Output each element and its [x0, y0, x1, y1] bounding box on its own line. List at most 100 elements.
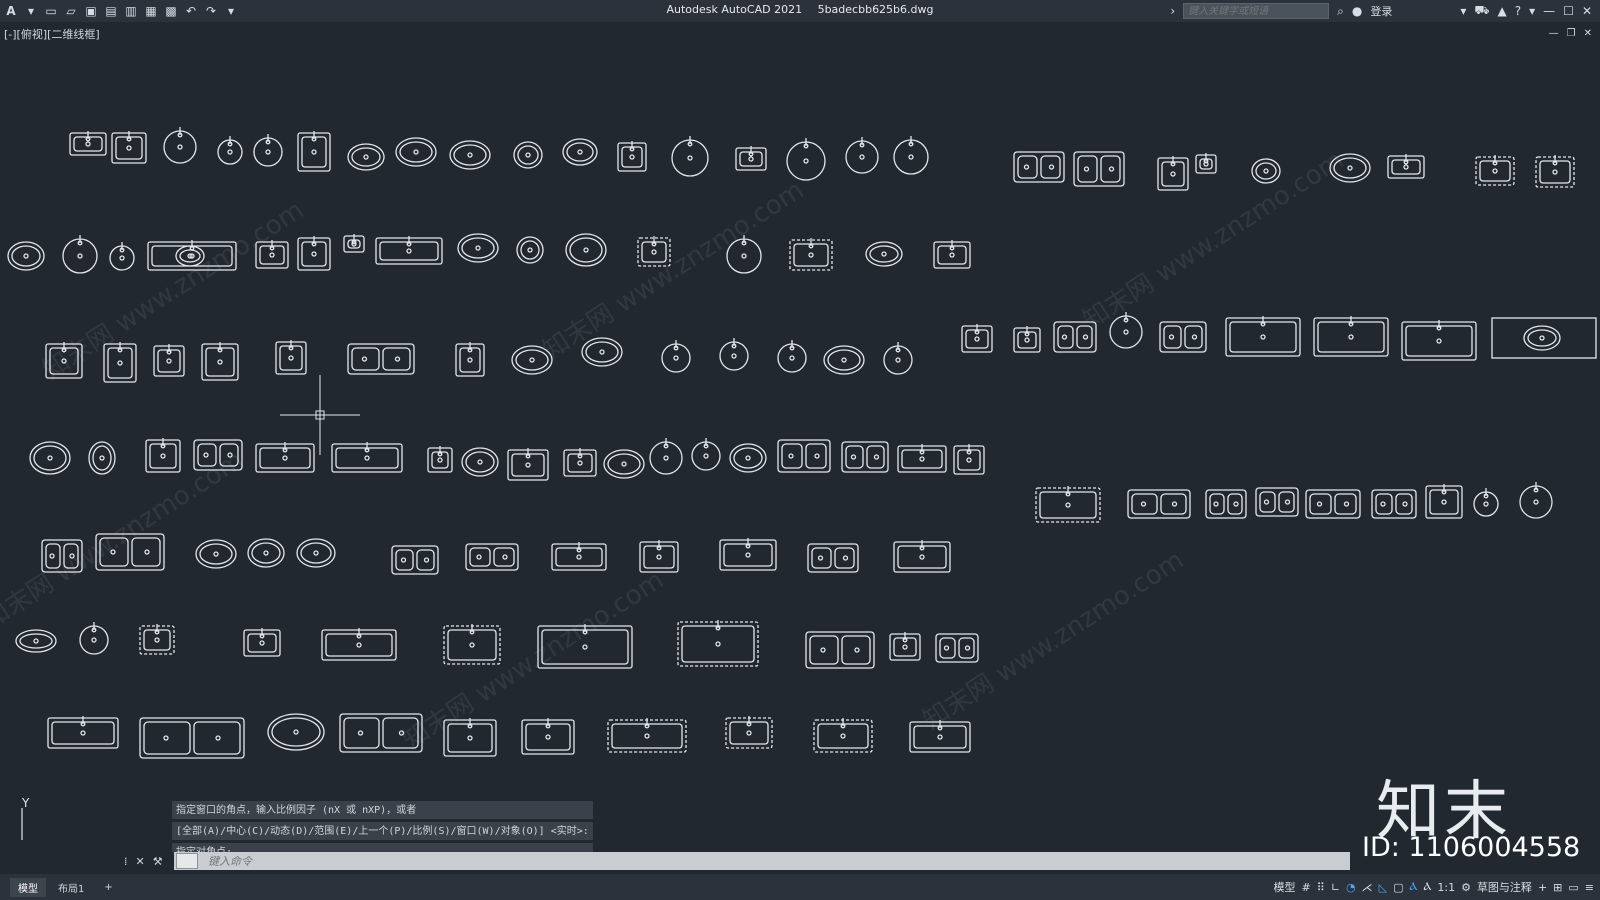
oval-sink-basin	[11, 245, 41, 267]
drain-mark	[398, 730, 405, 736]
grid-icon[interactable]: #	[1302, 881, 1311, 894]
drain-mark	[467, 735, 473, 741]
drain-mark	[154, 637, 160, 643]
drain-mark	[1233, 501, 1239, 507]
open-folder-icon[interactable]: ▱	[64, 4, 78, 18]
autocad-logo-icon[interactable]: A	[4, 4, 18, 18]
double-sink-basin	[1077, 155, 1098, 183]
drain-mark	[817, 555, 824, 561]
snap-icon[interactable]: ⠿	[1317, 881, 1325, 894]
double-sink-basin	[395, 549, 414, 571]
tab-model[interactable]: 模型	[10, 877, 46, 897]
vp-close-icon[interactable]: ✕	[1584, 28, 1592, 39]
menu-caret-icon[interactable]: ▾	[24, 4, 38, 18]
add-layout-button[interactable]: +	[96, 880, 120, 895]
help-icon[interactable]: ?	[1515, 4, 1521, 18]
drain-mark	[423, 557, 430, 563]
oval-sink-basin	[351, 147, 381, 167]
login-link[interactable]: 登录	[1370, 3, 1392, 19]
vp-restore-icon[interactable]: ❐	[1567, 28, 1576, 39]
command-input[interactable]	[206, 853, 810, 869]
double-sink-basin	[45, 543, 61, 569]
double-sink-block	[777, 439, 831, 473]
file-name: 5badecbb625b6.dwg	[817, 3, 934, 16]
drain-mark	[1213, 501, 1219, 507]
new-file-icon[interactable]: ▭	[44, 4, 58, 18]
osnap-icon[interactable]: ◺	[1379, 881, 1387, 894]
help-search-input[interactable]	[1183, 3, 1330, 19]
double-sink-basin	[99, 537, 129, 567]
tab-layout1[interactable]: 布局1	[50, 878, 92, 897]
workspace-gear-icon[interactable]: ⚙	[1461, 881, 1471, 894]
grip-icon[interactable]: ⁞	[124, 855, 128, 868]
drain-mark	[263, 550, 269, 556]
ortho-icon[interactable]: ∟	[1331, 881, 1340, 894]
save-as-icon[interactable]: ▤	[104, 4, 118, 18]
customize-caret-icon[interactable]: ▾	[224, 4, 238, 18]
clean-screen-icon[interactable]: ▭	[1568, 881, 1578, 894]
close-cmd-icon[interactable]: ✕	[136, 855, 145, 868]
annotation-scale[interactable]: 1:1	[1437, 881, 1455, 894]
drain-mark	[577, 149, 583, 155]
drawing-canvas[interactable]: Y X	[0, 40, 1600, 840]
double-sink-basin	[219, 443, 239, 467]
customization-icon[interactable]: ≡	[1585, 881, 1594, 894]
oval-sink-basin	[92, 445, 112, 471]
polar-icon[interactable]: ◔	[1346, 881, 1356, 894]
drain-mark	[1024, 337, 1030, 343]
redo-icon[interactable]: ↷	[204, 4, 218, 18]
model-space-toggle[interactable]: 模型	[1274, 879, 1296, 895]
undo-icon[interactable]: ↶	[184, 4, 198, 18]
drain-mark	[1284, 499, 1291, 505]
isodraft-icon[interactable]: ⋌	[1362, 881, 1373, 894]
save-icon[interactable]: ▣	[84, 4, 98, 18]
rect-sink-basin	[901, 449, 943, 469]
a360-icon[interactable]: ▲	[1498, 4, 1507, 18]
drain-mark	[80, 730, 86, 736]
drain-mark	[437, 457, 443, 463]
double-sink-basin	[1375, 493, 1393, 515]
close-icon[interactable]: ✕	[1582, 4, 1592, 18]
double-sink-basin	[493, 547, 515, 567]
drain-mark	[527, 247, 533, 253]
plot-icon[interactable]: ▩	[164, 4, 178, 18]
double-sink-basin	[1184, 325, 1203, 349]
double-sink-basin	[1163, 325, 1182, 349]
double-sink-basin	[143, 721, 191, 755]
upload-icon[interactable]: ▥	[124, 4, 138, 18]
drain-mark	[1402, 501, 1408, 507]
annotation-visibility-icon[interactable]: Ⲁ	[1410, 880, 1418, 894]
double-sink-basin	[1334, 493, 1357, 515]
drain-mark	[525, 152, 531, 158]
publish-icon[interactable]: ▦	[144, 4, 158, 18]
search-icon[interactable]: ⌕	[1337, 4, 1344, 19]
drain-mark	[467, 152, 473, 158]
drain-mark	[621, 461, 627, 467]
wrench-icon[interactable]: ⚒	[153, 855, 163, 868]
minimize-icon[interactable]: —	[1543, 4, 1555, 18]
workspace-label[interactable]: 草图与注释	[1477, 879, 1532, 895]
user-icon[interactable]: ●	[1352, 4, 1362, 18]
expand-arrow-icon[interactable]: ›	[1170, 4, 1175, 18]
drain-mark	[741, 253, 747, 259]
rect-sink-basin	[1479, 160, 1511, 182]
login-caret-icon[interactable]: ▾	[1460, 4, 1466, 18]
double-sink-block	[95, 533, 165, 571]
round-sink-block	[777, 343, 807, 373]
vp-minimize-icon[interactable]: —	[1549, 28, 1559, 39]
selection-cycling-icon[interactable]: ▢	[1393, 881, 1403, 894]
drain-mark	[361, 356, 368, 362]
double-sink-basin	[1395, 493, 1413, 515]
units-icon[interactable]: ⊞	[1553, 881, 1562, 894]
drain-mark	[217, 359, 223, 365]
drain-mark	[311, 251, 317, 257]
drain-mark	[919, 554, 925, 560]
rect-sink-basin	[259, 245, 285, 265]
help-caret-icon[interactable]: ▾	[1529, 4, 1535, 18]
cart-icon[interactable]: ⛟	[1474, 3, 1489, 19]
double-sink-basin	[197, 443, 217, 467]
maximize-icon[interactable]: ☐	[1563, 4, 1574, 18]
recent-commands-button[interactable]	[176, 853, 198, 869]
plus-icon[interactable]: +	[1538, 881, 1547, 894]
auto-scale-icon[interactable]: Ⲁ	[1423, 880, 1431, 894]
